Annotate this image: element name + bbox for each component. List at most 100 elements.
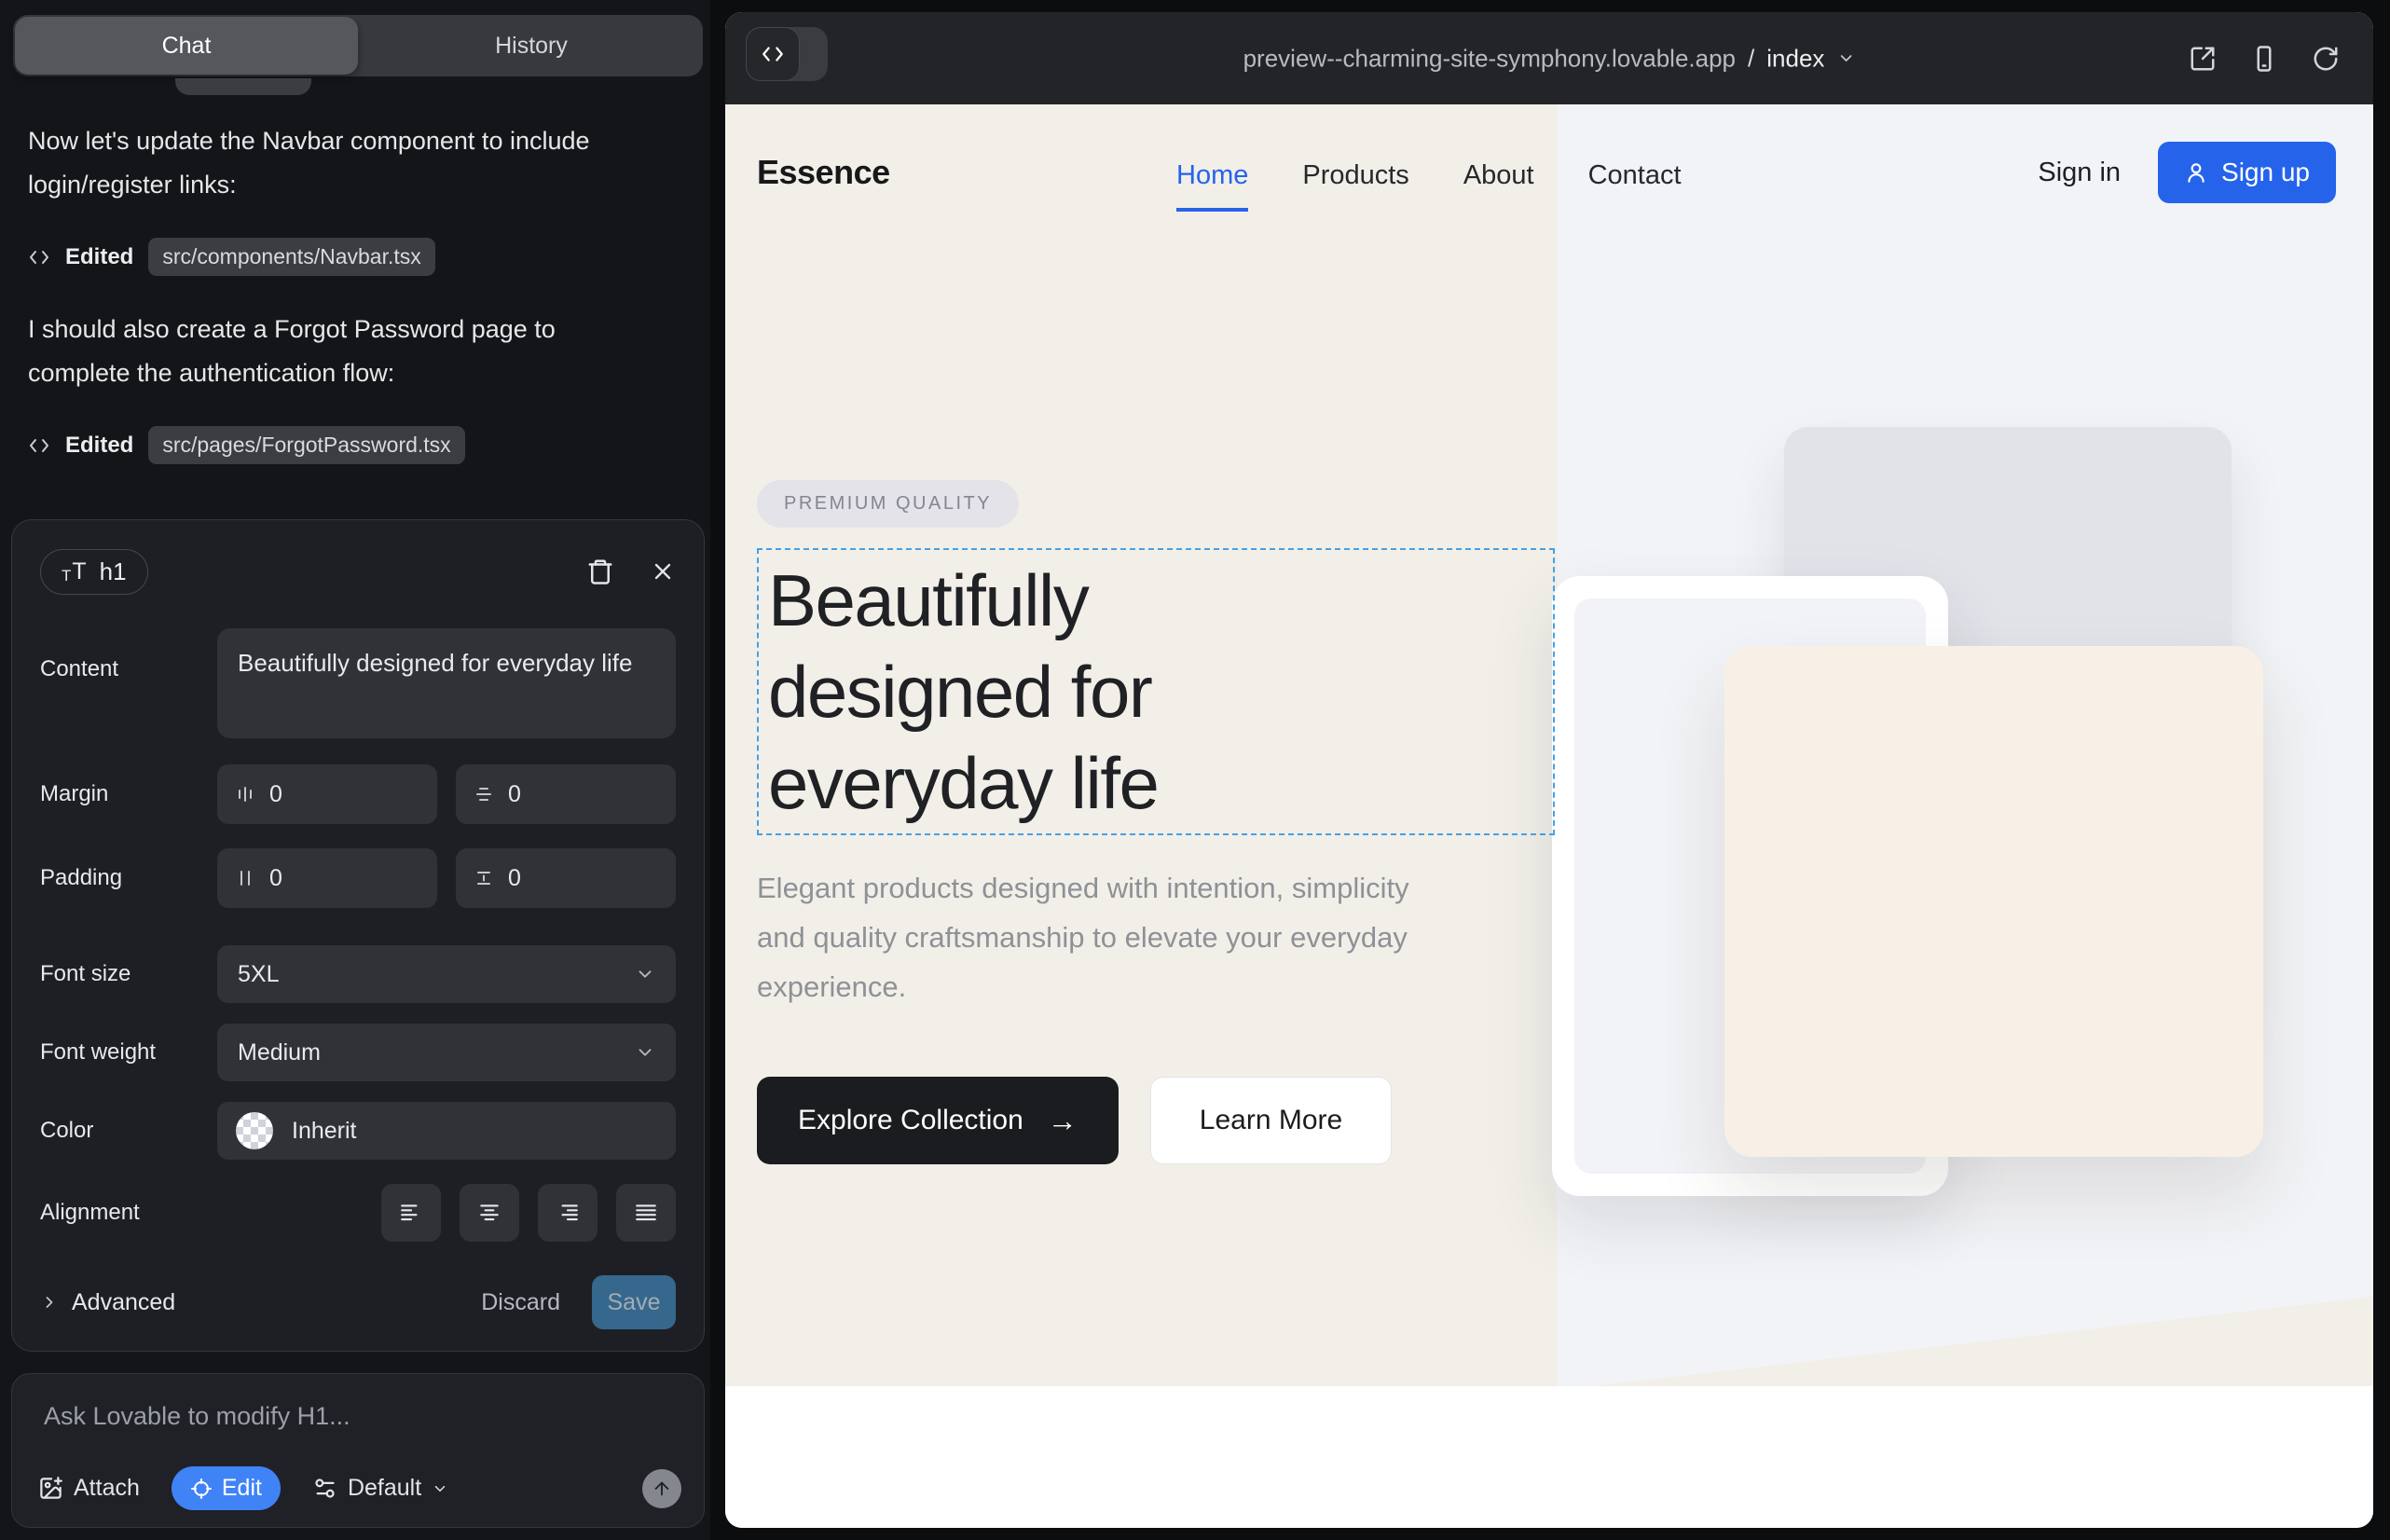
font-size-row: Font size 5XL: [40, 945, 676, 1003]
site-canvas: Essence Home Products About Contact Sign…: [725, 104, 2373, 1528]
color-select[interactable]: Inherit: [217, 1102, 676, 1160]
save-button[interactable]: Save: [592, 1275, 676, 1329]
attach-button[interactable]: Attach: [38, 1475, 140, 1502]
align-left-icon: [399, 1201, 423, 1225]
font-weight-row: Font weight Medium: [40, 1024, 676, 1081]
site-nav-auth: Sign in Sign up: [2038, 142, 2336, 203]
image-plus-icon: [38, 1476, 63, 1501]
chat-input[interactable]: Ask Lovable to modify H1...: [44, 1402, 672, 1431]
trash-icon: [586, 557, 614, 585]
chat-history-tabbar: Chat History: [13, 15, 703, 76]
open-external-button[interactable]: [2189, 45, 2217, 73]
typography-icon: TT: [62, 560, 87, 584]
transparency-swatch-icon: [236, 1112, 273, 1149]
site-nav-links: Home Products About Contact: [1176, 160, 1682, 212]
code-icon: [28, 434, 50, 457]
content-input[interactable]: Beautifully designed for everyday life: [217, 628, 676, 738]
close-editor-button[interactable]: [650, 558, 676, 584]
nav-link-contact[interactable]: Contact: [1588, 160, 1682, 212]
hero-badge: PREMIUM QUALITY: [757, 480, 1019, 528]
edit-mode-button[interactable]: Edit: [172, 1466, 281, 1510]
learn-more-button[interactable]: Learn More: [1150, 1077, 1392, 1164]
delete-element-button[interactable]: [586, 557, 614, 585]
settings-sliders-icon: [312, 1476, 337, 1501]
padding-label: Padding: [40, 865, 122, 891]
margin-horizontal-icon: [236, 785, 254, 804]
color-row: Color Inherit: [40, 1102, 676, 1160]
element-tag-chip: TT h1: [40, 549, 148, 595]
hero-content: PREMIUM QUALITY Beautifully designed for…: [757, 480, 1577, 1164]
align-center-button[interactable]: [460, 1184, 519, 1242]
chevron-right-icon: [40, 1293, 59, 1312]
nav-link-home[interactable]: Home: [1176, 160, 1248, 212]
refresh-button[interactable]: [2312, 45, 2340, 73]
alignment-row: Alignment: [40, 1184, 676, 1242]
url-page: index: [1766, 44, 1824, 73]
margin-x-input[interactable]: 0: [217, 764, 437, 824]
align-right-button[interactable]: [538, 1184, 598, 1242]
font-size-select[interactable]: 5XL: [217, 945, 676, 1003]
sign-up-button[interactable]: Sign up: [2158, 142, 2336, 203]
user-icon: [2184, 160, 2208, 185]
font-weight-label: Font weight: [40, 1039, 156, 1066]
padding-horizontal-icon: [236, 869, 254, 887]
margin-label: Margin: [40, 781, 108, 807]
external-link-icon: [2189, 45, 2217, 73]
file-chip[interactable]: src/pages/ForgotPassword.tsx: [148, 426, 464, 464]
lovable-workspace: Chat History Now let's update the Navbar…: [0, 0, 2390, 1540]
selected-h1-element[interactable]: Beautifully designed for everyday life: [757, 548, 1555, 835]
composer-toolbar: Attach Edit Default: [38, 1466, 681, 1510]
chevron-down-icon: [1836, 49, 1855, 68]
hero-paragraph: Elegant products designed with intention…: [757, 863, 1409, 1011]
tab-chat[interactable]: Chat: [15, 17, 358, 75]
edited-label: Edited: [65, 244, 133, 270]
nav-link-about[interactable]: About: [1463, 160, 1534, 212]
preview-panel: preview--charming-site-symphony.lovable.…: [725, 12, 2373, 1528]
margin-vertical-icon: [474, 785, 493, 804]
mode-selector[interactable]: Default: [312, 1475, 448, 1502]
color-label: Color: [40, 1118, 93, 1144]
align-justify-button[interactable]: [616, 1184, 676, 1242]
send-button[interactable]: [642, 1469, 681, 1508]
arrow-up-icon: [652, 1478, 672, 1499]
content-label: Content: [40, 628, 118, 682]
align-left-button[interactable]: [381, 1184, 441, 1242]
edited-label: Edited: [65, 433, 133, 459]
assistant-message: I should also create a Forgot Password p…: [28, 308, 625, 395]
alignment-label: Alignment: [40, 1200, 140, 1226]
padding-x-input[interactable]: 0: [217, 848, 437, 908]
arrow-right-icon: →: [1048, 1104, 1078, 1138]
code-icon: [746, 27, 800, 81]
edited-file-row: Edited src/components/Navbar.tsx: [28, 238, 435, 276]
chat-sidebar: Chat History Now let's update the Navbar…: [0, 0, 710, 1540]
chevron-down-icon: [635, 964, 655, 984]
font-weight-select[interactable]: Medium: [217, 1024, 676, 1081]
file-chip[interactable]: src/components/Navbar.tsx: [148, 238, 434, 276]
code-preview-toggle[interactable]: [746, 27, 828, 81]
explore-collection-button[interactable]: Explore Collection →: [757, 1077, 1119, 1164]
discard-button[interactable]: Discard: [481, 1289, 560, 1316]
mobile-view-button[interactable]: [2250, 45, 2278, 73]
site-navbar: Essence Home Products About Contact Sign…: [725, 104, 2373, 254]
hero-cta-row: Explore Collection → Learn More: [757, 1077, 1577, 1164]
preview-actions: [2189, 45, 2340, 73]
nav-link-products[interactable]: Products: [1302, 160, 1408, 212]
sign-in-button[interactable]: Sign in: [2038, 158, 2121, 188]
advanced-toggle[interactable]: Advanced: [40, 1289, 175, 1316]
decor-card-cream: [1724, 646, 2263, 1157]
align-right-icon: [556, 1201, 580, 1225]
url-domain: preview--charming-site-symphony.lovable.…: [1243, 44, 1736, 73]
editor-header: TT h1: [40, 543, 676, 600]
site-brand: Essence: [757, 153, 890, 192]
tab-history[interactable]: History: [360, 15, 703, 76]
padding-row: Padding 0 0: [40, 848, 676, 908]
element-editor-panel: TT h1 Content Beautifully designed: [11, 519, 705, 1352]
crosshair-icon: [190, 1478, 213, 1500]
url-separator: /: [1748, 44, 1754, 73]
smartphone-icon: [2250, 45, 2278, 73]
preview-url[interactable]: preview--charming-site-symphony.lovable.…: [1243, 44, 1856, 73]
assistant-message: Now let's update the Navbar component to…: [28, 119, 625, 207]
margin-y-input[interactable]: 0: [456, 764, 676, 824]
padding-y-input[interactable]: 0: [456, 848, 676, 908]
code-icon: [28, 246, 50, 268]
